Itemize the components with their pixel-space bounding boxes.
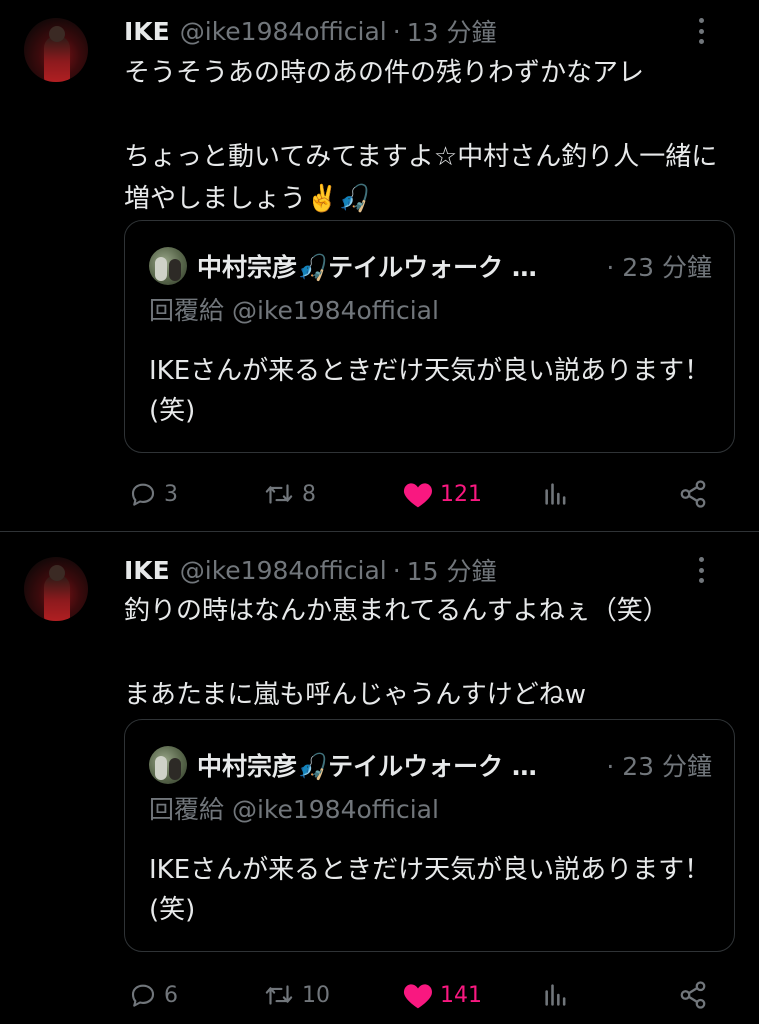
tweet-header: IKE @ike1984official · 13 分鐘	[124, 14, 739, 48]
retweet-icon	[265, 484, 293, 504]
more-icon[interactable]	[689, 557, 713, 583]
timestamp[interactable]: 13 分鐘	[407, 13, 497, 49]
quote-header: 中村宗彦🎣テイルウォーク … · 23 分鐘	[197, 746, 712, 784]
share-button[interactable]	[678, 476, 708, 512]
retweet-count: 8	[302, 481, 316, 507]
like-button[interactable]: 141	[402, 977, 482, 1013]
quote-reply-to: 回覆給 @ike1984official	[149, 795, 439, 824]
heart-icon	[403, 984, 433, 1009]
avatar[interactable]	[24, 18, 88, 82]
reply-icon	[131, 984, 155, 1007]
separator-dot: ·	[392, 555, 401, 585]
retweet-count: 10	[302, 982, 330, 1008]
timestamp[interactable]: 15 分鐘	[407, 552, 497, 588]
action-bar: 3 8 121	[124, 476, 719, 512]
share-button[interactable]	[678, 977, 708, 1013]
avatar-figure	[44, 36, 70, 82]
reply-button[interactable]: 3	[128, 476, 178, 512]
share-icon	[680, 480, 706, 508]
author-name[interactable]: IKE	[124, 556, 170, 585]
avatar-head	[49, 26, 65, 42]
retweet-button[interactable]: 10	[262, 977, 330, 1013]
tweet-header: IKE @ike1984official · 15 分鐘	[124, 553, 739, 587]
author-handle[interactable]: @ike1984official	[180, 17, 387, 46]
views-icon	[545, 483, 566, 505]
quote-tweet[interactable]: 中村宗彦🎣テイルウォーク … · 23 分鐘 回覆給 @ike1984offic…	[124, 719, 735, 952]
quote-text: IKEさんが来るときだけ天気が良い説あります！(笑)	[149, 356, 711, 426]
heart-icon	[403, 483, 433, 508]
quote-author-name: 中村宗彦🎣テイルウォーク …	[197, 253, 537, 282]
reply-count: 3	[164, 481, 178, 507]
views-button[interactable]	[542, 977, 570, 1013]
avatar[interactable]	[24, 557, 88, 621]
reply-count: 6	[164, 982, 178, 1008]
author-name[interactable]: IKE	[124, 17, 170, 46]
retweet-button[interactable]: 8	[262, 476, 316, 512]
tweet[interactable]: IKE @ike1984official · 15 分鐘 釣りの時はなんか恵まれ…	[0, 533, 759, 1024]
quote-text: IKEさんが来るときだけ天気が良い説あります！(笑)	[149, 855, 711, 925]
quote-tweet[interactable]: 中村宗彦🎣テイルウォーク … · 23 分鐘 回覆給 @ike1984offic…	[124, 220, 735, 453]
reply-button[interactable]: 6	[128, 977, 178, 1013]
avatar-head	[49, 565, 65, 581]
action-bar: 6 10 141	[124, 977, 719, 1013]
like-count: 121	[440, 481, 482, 507]
tweet[interactable]: IKE @ike1984official · 13 分鐘 そうそうあの時のあの件…	[0, 0, 759, 532]
reply-icon	[131, 483, 155, 506]
quote-avatar	[149, 746, 187, 784]
quote-header: 中村宗彦🎣テイルウォーク … · 23 分鐘	[197, 247, 712, 285]
retweet-icon	[265, 985, 293, 1005]
author-handle[interactable]: @ike1984official	[180, 556, 387, 585]
quote-author-name: 中村宗彦🎣テイルウォーク …	[197, 752, 537, 781]
like-button[interactable]: 121	[402, 476, 482, 512]
views-button[interactable]	[542, 476, 570, 512]
more-icon[interactable]	[689, 18, 713, 44]
quote-avatar	[149, 247, 187, 285]
tweet-text: 釣りの時はなんか恵まれてるんすよねぇ（笑） まあたまに嵐も呼んじゃうんすけどねw	[124, 596, 669, 710]
quote-reply-to: 回覆給 @ike1984official	[149, 296, 439, 325]
share-icon	[680, 981, 706, 1009]
quote-timestamp: · 23 分鐘	[606, 253, 712, 282]
views-icon	[545, 984, 566, 1006]
quote-timestamp: · 23 分鐘	[606, 752, 712, 781]
avatar-figure	[44, 575, 70, 621]
like-count: 141	[440, 982, 482, 1008]
separator-dot: ·	[392, 16, 401, 46]
tweet-text: そうそうあの時のあの件の残りわずかなアレ ちょっと動いてみてますよ☆中村さん釣り…	[124, 58, 718, 214]
